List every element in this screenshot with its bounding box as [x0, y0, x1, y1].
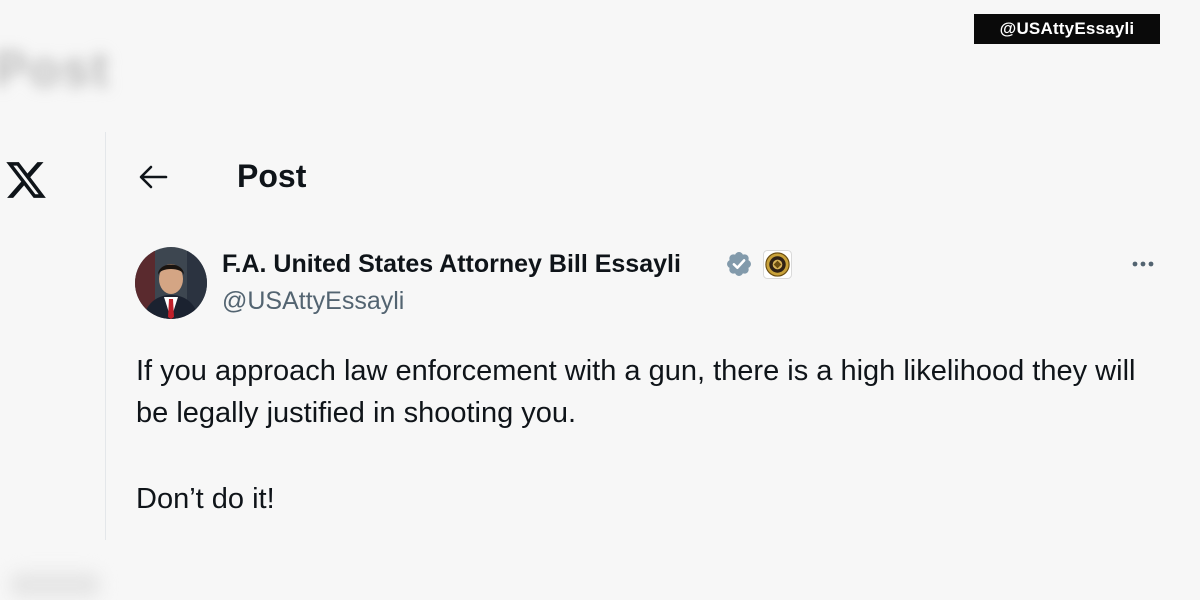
blurred-background-element: [10, 572, 100, 598]
verified-badge-icon: [727, 252, 751, 276]
column-divider: [105, 132, 106, 540]
doj-seal-icon[interactable]: [763, 250, 792, 279]
page-title: Post: [237, 158, 307, 194]
x-logo-icon[interactable]: [4, 158, 48, 202]
post-paragraph: If you approach law enforcement with a g…: [136, 355, 1136, 429]
avatar[interactable]: [135, 247, 207, 319]
more-horizontal-icon[interactable]: [1126, 256, 1160, 272]
author-name[interactable]: F.A. United States Attorney Bill Essayli: [222, 250, 681, 279]
post-paragraph: Don’t do it!: [136, 483, 275, 515]
back-arrow-icon[interactable]: [138, 164, 168, 190]
blurred-background-heading: Post: [0, 41, 111, 97]
author-handle[interactable]: @USAttyEssayli: [222, 287, 404, 316]
post-text: If you approach law enforcement with a g…: [136, 350, 1146, 520]
handle-overlay-badge: @USAttyEssayli: [974, 14, 1160, 44]
